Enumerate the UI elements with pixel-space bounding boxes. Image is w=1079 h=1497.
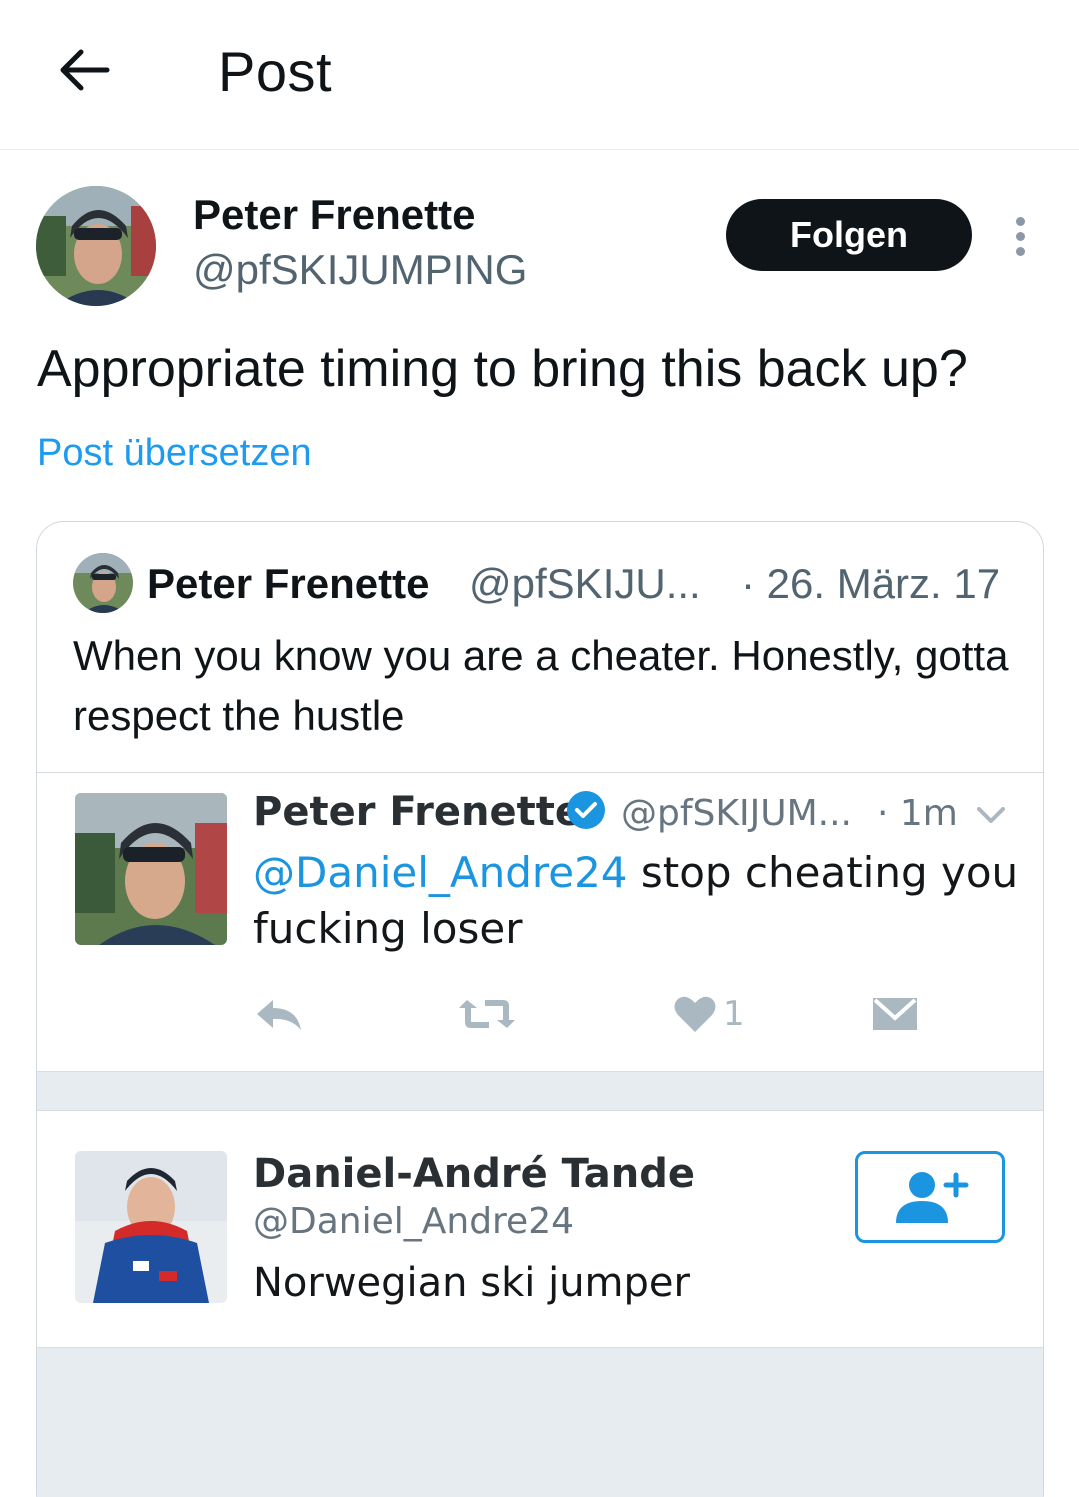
quote-text: When you know you are a cheater. Honestl… [73, 632, 1009, 739]
mention-link: @Daniel_Andre24 [253, 848, 628, 897]
quote-date: · 26. März. 17 [741, 560, 1001, 607]
screenshot-tweet-name: Peter Frenette [253, 789, 582, 835]
more-dot-icon [1015, 231, 1025, 241]
top-bar: Post [0, 0, 1079, 150]
quote-author-name: Peter Frenette [147, 560, 430, 607]
screenshot-tweet-text: @Daniel_Andre24 stop cheating you fuckin… [253, 845, 1033, 957]
divider-band [37, 1071, 1043, 1111]
translate-post-link[interactable]: Post übersetzen [37, 430, 312, 476]
reply-icon [253, 989, 305, 1039]
follow-button[interactable]: Folgen [726, 199, 972, 271]
chevron-down-icon [973, 797, 1009, 833]
quoted-post[interactable]: Peter Frenette @pfSKIJU... · 26. März. 1… [36, 521, 1044, 1497]
more-dot-icon [1015, 216, 1025, 226]
more-dot-icon [1015, 246, 1025, 256]
suggested-user-handle: @Daniel_Andre24 [253, 1201, 575, 1242]
like-count: 1 [723, 994, 745, 1034]
author-name[interactable]: Peter Frenette [193, 190, 475, 240]
direct-message-icon [871, 989, 919, 1039]
page-title: Post [218, 40, 333, 103]
heart-icon [674, 996, 716, 1032]
add-user-icon [896, 1172, 969, 1223]
author-avatar[interactable] [36, 186, 156, 306]
follow-user-button [855, 1151, 1005, 1243]
screenshot-tweet-time: · 1m [877, 793, 958, 834]
author-handle[interactable]: @pfSKIJUMPING [193, 245, 527, 295]
quote-author-handle: @pfSKIJU... [469, 560, 701, 607]
suggested-user-avatar [75, 1151, 227, 1303]
post-text: Appropriate timing to bring this back up… [37, 340, 968, 398]
screenshot-tweet-avatar [75, 793, 227, 945]
suggested-user-bio: Norwegian ski jumper [253, 1260, 690, 1306]
quote-author-avatar [73, 553, 133, 613]
arrow-left-icon [60, 49, 110, 91]
verified-badge-icon [565, 789, 607, 831]
more-options-button[interactable] [1000, 210, 1040, 262]
screenshot-bottom-band [37, 1347, 1043, 1497]
suggested-user-name: Daniel-André Tande [253, 1151, 696, 1197]
like-action: 1 [673, 989, 745, 1039]
retweet-icon [457, 989, 517, 1039]
embedded-screenshot[interactable]: Peter Frenette @pfSKIJUM... · 1m @Daniel… [37, 772, 1043, 1497]
screenshot-tweet-handle: @pfSKIJUM... [621, 793, 852, 834]
back-button[interactable] [52, 38, 116, 102]
screenshot-tweet-actions: 1 [253, 989, 953, 1039]
